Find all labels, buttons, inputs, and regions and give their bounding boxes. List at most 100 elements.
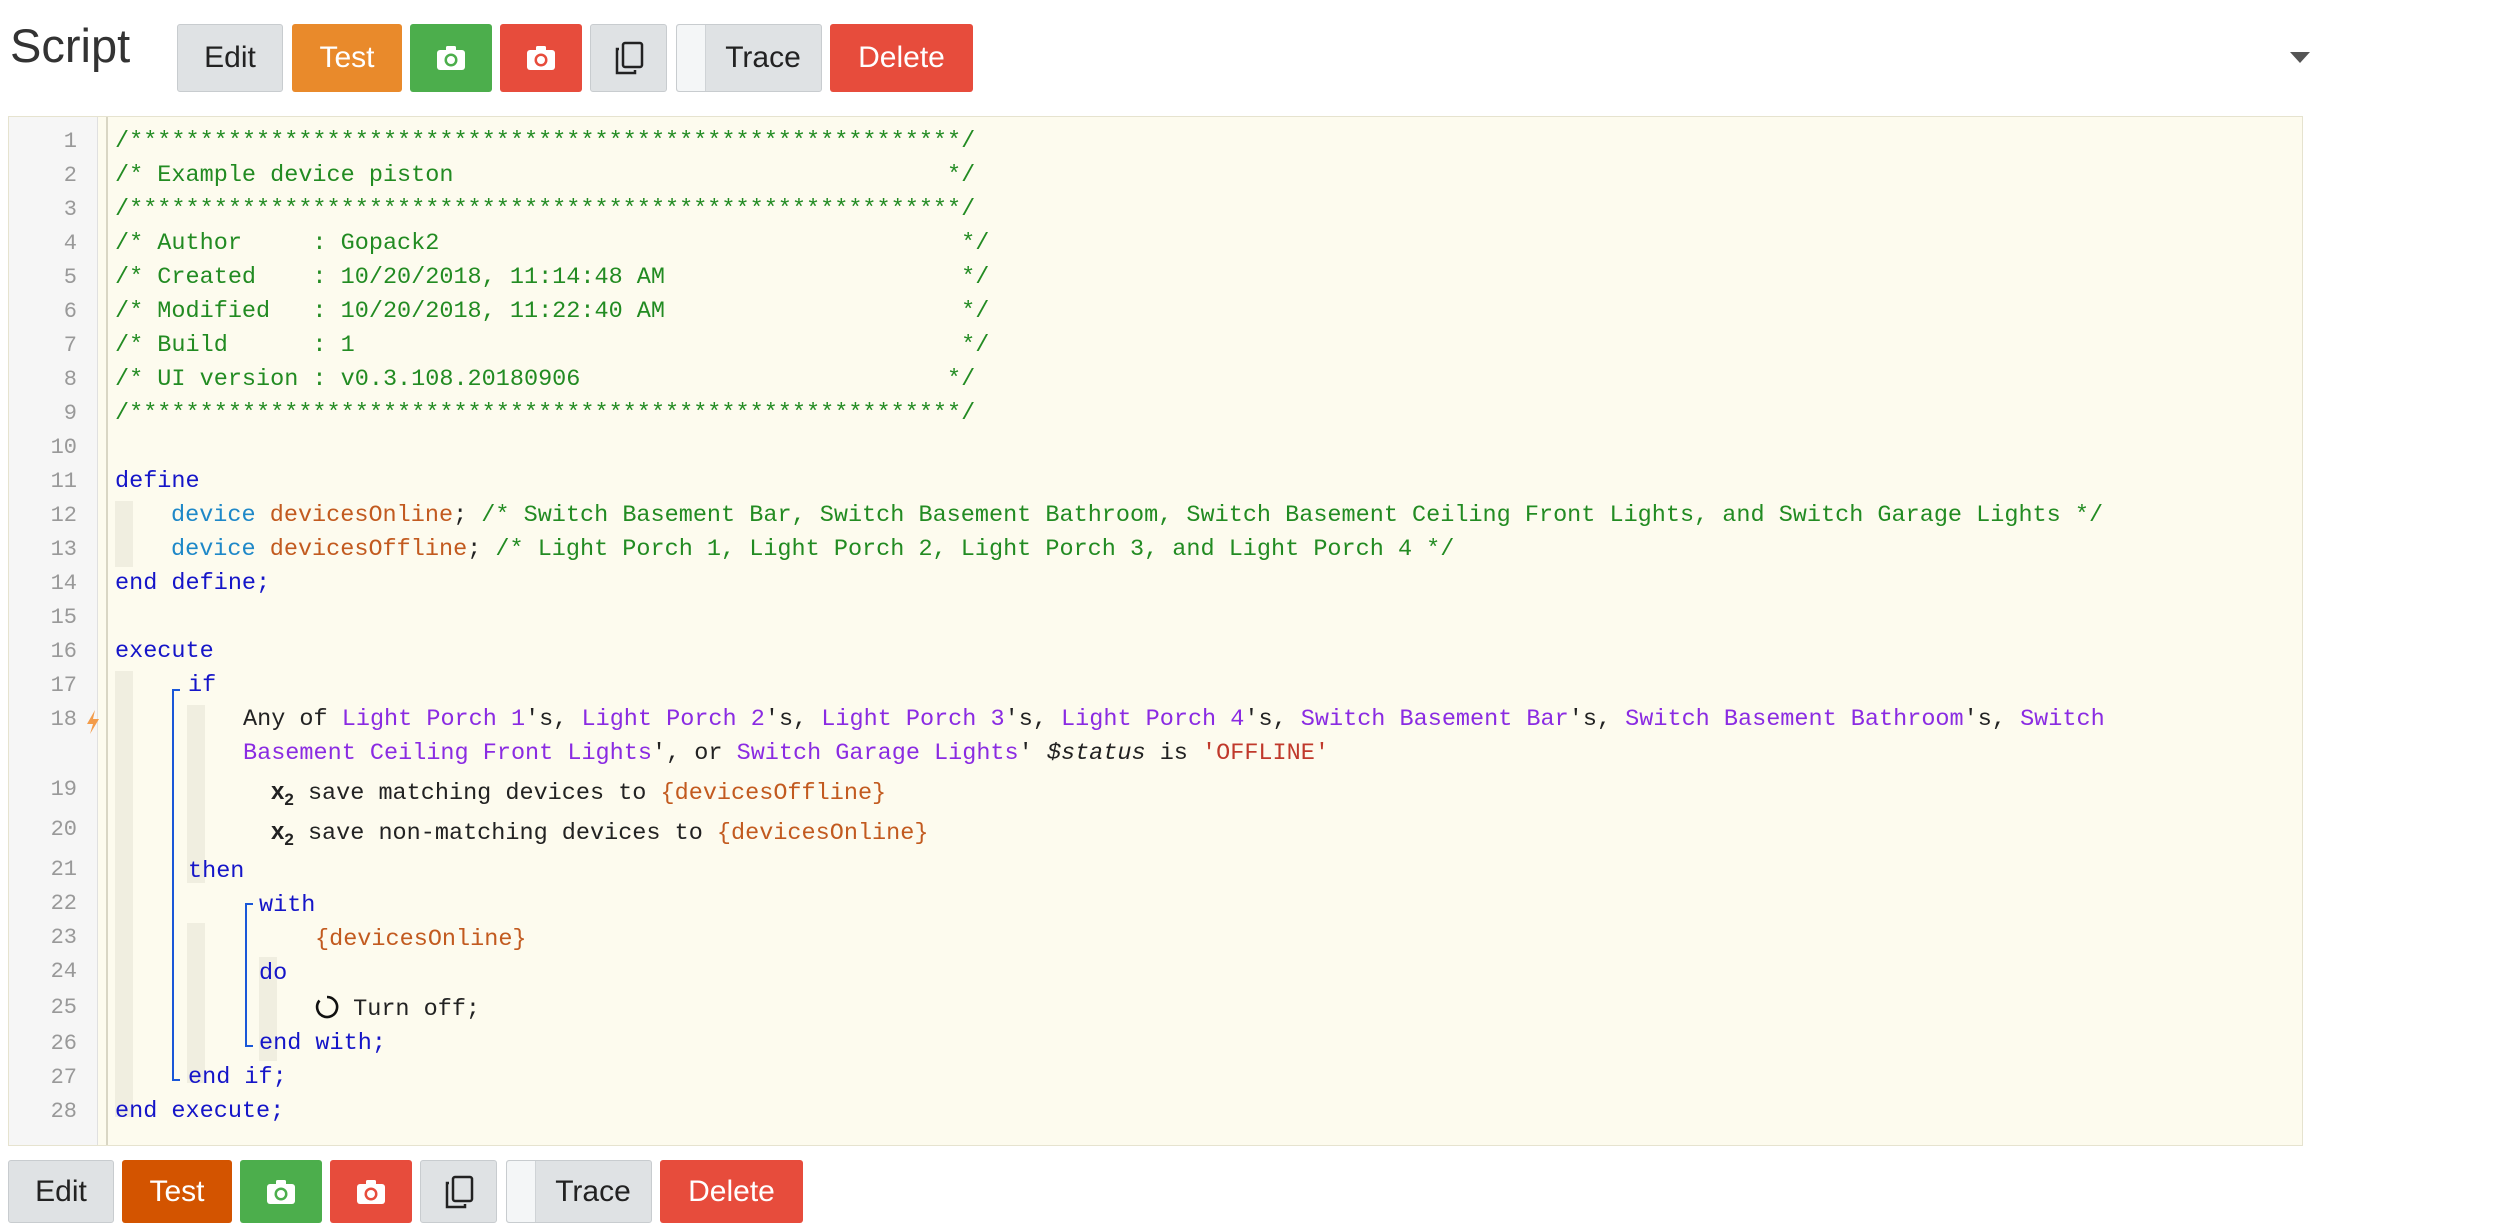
line-number: 23 bbox=[50, 925, 77, 950]
snapshot-red-button[interactable] bbox=[500, 24, 582, 92]
camera-icon bbox=[266, 1179, 296, 1205]
keyword-define: define bbox=[115, 468, 200, 495]
duplicate-button[interactable] bbox=[590, 24, 667, 92]
delete-button[interactable]: Delete bbox=[830, 24, 973, 92]
save-matching-line[interactable]: x2 save matching devices to {devicesOffl… bbox=[271, 775, 886, 817]
condition-line-1[interactable]: Any of Light Porch 1's, Light Porch 2's,… bbox=[243, 703, 2105, 737]
condition-text: ' bbox=[1018, 740, 1033, 767]
line-number: 5 bbox=[63, 265, 77, 290]
power-icon bbox=[315, 995, 339, 1031]
device-name: Light Porch 2 bbox=[581, 706, 765, 733]
trace-toggle[interactable]: Trace bbox=[506, 1160, 652, 1223]
variable-name: devicesOffline bbox=[269, 536, 468, 563]
if-block-bracket-bottom bbox=[172, 1079, 180, 1081]
with-block-bracket-bottom bbox=[245, 1045, 253, 1047]
attribute-name: $status bbox=[1046, 740, 1146, 767]
line-number: 10 bbox=[50, 435, 77, 460]
line-number: 11 bbox=[50, 469, 77, 494]
line-number: 19 bbox=[50, 777, 77, 802]
line-number: 8 bbox=[63, 367, 77, 392]
code-comment: /***************************************… bbox=[115, 196, 976, 223]
variable-ref: {devicesOnline} bbox=[716, 820, 929, 847]
line-number: 3 bbox=[63, 197, 77, 222]
trace-switch-knob[interactable] bbox=[507, 1161, 536, 1222]
device-name: Switch Basement Bar bbox=[1300, 706, 1569, 733]
camera-icon bbox=[356, 1179, 386, 1205]
line-number: 13 bbox=[50, 537, 77, 562]
device-name: Switch Basement Bathroom bbox=[1625, 706, 1964, 733]
code-comment: /* Switch Basement Bar, Switch Basement … bbox=[481, 502, 2104, 529]
line-number: 25 bbox=[50, 995, 77, 1020]
indent-guide bbox=[115, 501, 133, 567]
line-number: 26 bbox=[50, 1031, 77, 1056]
keyword-if[interactable]: if bbox=[188, 669, 216, 703]
line-number: 27 bbox=[50, 1065, 77, 1090]
condition-text: Any of bbox=[243, 706, 328, 733]
code-comment: /***************************************… bbox=[115, 128, 976, 155]
lightning-icon bbox=[85, 709, 101, 740]
trace-label: Trace bbox=[725, 41, 801, 74]
gutter-divider bbox=[106, 117, 108, 1145]
code-comment: /* Author : Gopack2 */ bbox=[115, 230, 990, 257]
code-comment: /* UI version : v0.3.108.20180906 */ bbox=[115, 366, 976, 393]
if-block-bracket-top bbox=[172, 689, 180, 691]
test-button[interactable]: Test bbox=[122, 1160, 232, 1223]
code-comment: /***************************************… bbox=[115, 400, 976, 427]
condition-text: 's, bbox=[1244, 706, 1287, 733]
with-device-variable[interactable]: {devicesOnline} bbox=[315, 923, 527, 957]
condition-line-2[interactable]: Basement Ceiling Front Lights', or Switc… bbox=[243, 737, 1329, 771]
line-number: 7 bbox=[63, 333, 77, 358]
snapshot-green-button[interactable] bbox=[410, 24, 492, 92]
save-text: save matching devices to bbox=[307, 780, 647, 807]
device-name: Switch Garage Lights bbox=[736, 740, 1019, 767]
device-name: Light Porch 1 bbox=[341, 706, 526, 733]
subscript-x2-icon: x2 bbox=[271, 778, 294, 809]
line-number: 16 bbox=[50, 639, 77, 664]
condition-text: ', or bbox=[651, 740, 723, 767]
condition-text: 's, bbox=[1568, 706, 1612, 733]
line-number-gutter: 1 2 3 4 5 6 7 8 9 10 11 12 13 14 15 16 1… bbox=[9, 117, 98, 1145]
keyword-end-define: end define; bbox=[115, 570, 271, 597]
line-number: 28 bbox=[50, 1099, 77, 1124]
delete-button[interactable]: Delete bbox=[660, 1160, 803, 1223]
code-comment: /* Modified : 10/20/2018, 11:22:40 AM */ bbox=[115, 298, 990, 325]
condition-text: is bbox=[1159, 740, 1188, 767]
snapshot-red-button[interactable] bbox=[330, 1160, 412, 1223]
code-comment: /* Example device piston */ bbox=[115, 162, 976, 189]
save-text: save non-matching devices to bbox=[307, 820, 703, 847]
code-comment: /* Build : 1 */ bbox=[115, 332, 990, 359]
keyword-end-if: end if; bbox=[188, 1064, 287, 1091]
with-block-bracket bbox=[245, 903, 247, 1047]
variable-ref: {devicesOffline} bbox=[660, 780, 887, 807]
command-text: Turn off; bbox=[353, 996, 481, 1023]
bottom-toolbar: Edit Test Trace Delete bbox=[0, 1160, 2493, 1223]
keyword-with[interactable]: with bbox=[259, 889, 315, 923]
code-comment: /* Light Porch 1, Light Porch 2, Light P… bbox=[495, 536, 1455, 563]
line-number: 2 bbox=[63, 163, 77, 188]
test-button[interactable]: Test bbox=[292, 24, 402, 92]
condition-text: 's, bbox=[764, 706, 808, 733]
copy-icon bbox=[614, 41, 644, 75]
command-line[interactable]: Turn off; bbox=[315, 993, 480, 1031]
trace-switch-knob[interactable] bbox=[677, 25, 706, 91]
line-number: 18 bbox=[50, 707, 77, 732]
duplicate-button[interactable] bbox=[420, 1160, 497, 1223]
save-nonmatching-line[interactable]: x2 save non-matching devices to {devices… bbox=[271, 815, 928, 857]
condition-text: 's, bbox=[1963, 706, 2006, 733]
device-name: Light Porch 3 bbox=[821, 706, 1005, 733]
variable-name: devicesOnline bbox=[269, 502, 454, 529]
device-definition-online[interactable]: device devicesOnline; /* Switch Basement… bbox=[171, 499, 2103, 533]
trace-label: Trace bbox=[555, 1174, 631, 1208]
line-number: 14 bbox=[50, 571, 77, 596]
line-number: 20 bbox=[50, 817, 77, 842]
chevron-down-icon[interactable] bbox=[2290, 52, 2310, 63]
edit-button[interactable]: Edit bbox=[8, 1160, 114, 1223]
keyword-device: device bbox=[171, 502, 256, 529]
keyword-do: do bbox=[259, 960, 288, 987]
keyword-execute: execute bbox=[115, 638, 214, 665]
trace-toggle[interactable]: Trace bbox=[676, 24, 822, 92]
line-number: 15 bbox=[50, 605, 77, 630]
device-definition-offline[interactable]: device devicesOffline; /* Light Porch 1,… bbox=[171, 533, 1454, 567]
edit-button[interactable]: Edit bbox=[177, 24, 283, 92]
snapshot-green-button[interactable] bbox=[240, 1160, 322, 1223]
